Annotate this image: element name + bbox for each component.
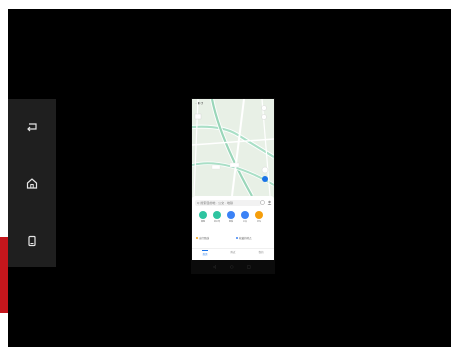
shortcut-label: 收藏的地点 bbox=[239, 237, 252, 240]
home-icon bbox=[26, 178, 38, 189]
tab-mine[interactable]: 我的 bbox=[254, 250, 268, 254]
shortcut-routes[interactable]: 出行路线 bbox=[196, 236, 209, 240]
quick-label: 地铁 bbox=[228, 221, 233, 223]
bus-circle-icon bbox=[241, 211, 249, 219]
phone-back-key[interactable]: ◁ bbox=[213, 264, 216, 269]
back-button[interactable] bbox=[20, 115, 44, 139]
quick-label: 打车 bbox=[256, 221, 261, 223]
route-dot-icon bbox=[196, 237, 198, 239]
map-view[interactable]: ·· ▮ ◔ bbox=[192, 99, 274, 197]
phone-mirror[interactable]: ·· ▮ ◔ Q 搜索目的地 · 公交 · 地铁 回家 去公司 地铁 公交 打车… bbox=[191, 98, 275, 274]
quick-action-home[interactable]: 回家 bbox=[198, 211, 208, 224]
subway-circle-icon bbox=[227, 211, 235, 219]
quick-action-taxi[interactable]: 打车 bbox=[254, 211, 264, 224]
phone-screen: ·· ▮ ◔ Q 搜索目的地 · 公交 · 地铁 回家 去公司 地铁 公交 打车… bbox=[192, 99, 274, 260]
profile-icon[interactable] bbox=[267, 200, 272, 205]
tab-active-indicator bbox=[202, 250, 208, 251]
quick-actions: 回家 去公司 地铁 公交 打车 bbox=[198, 211, 274, 224]
shortcut-label: 出行路线 bbox=[199, 237, 210, 240]
red-edge-strip bbox=[0, 237, 8, 313]
shortcut-favorites[interactable]: 收藏的地点 bbox=[236, 236, 252, 240]
tab-home[interactable]: 首页 bbox=[198, 250, 212, 256]
recent-apps-button[interactable] bbox=[20, 229, 44, 253]
quick-label: 回家 bbox=[200, 221, 205, 223]
tab-nearby[interactable]: 附近 bbox=[226, 250, 240, 254]
search-input[interactable]: Q 搜索目的地 · 公交 · 地铁 bbox=[195, 200, 261, 206]
back-icon bbox=[27, 123, 37, 132]
quick-label: 去公司 bbox=[213, 221, 220, 223]
quick-action-subway[interactable]: 地铁 bbox=[226, 211, 236, 224]
quick-action-company[interactable]: 去公司 bbox=[212, 211, 222, 224]
company-circle-icon bbox=[213, 211, 221, 219]
home-button[interactable] bbox=[20, 171, 44, 195]
taxi-circle-icon bbox=[255, 211, 263, 219]
map-roads bbox=[192, 99, 274, 197]
recent-apps-icon bbox=[28, 235, 36, 247]
bottom-tab-bar: 首页 附近 我的 bbox=[192, 248, 274, 259]
bottom-sheet: Q 搜索目的地 · 公交 · 地铁 回家 去公司 地铁 公交 打车 出行路线 收… bbox=[192, 196, 274, 260]
quick-action-bus[interactable]: 公交 bbox=[240, 211, 250, 224]
tab-label: 首页 bbox=[202, 253, 208, 256]
phone-home-key[interactable]: ○ bbox=[230, 264, 234, 269]
status-bar: ·· ▮ ◔ bbox=[195, 101, 204, 105]
tab-label: 我的 bbox=[258, 251, 264, 254]
voice-icon[interactable] bbox=[260, 200, 265, 205]
shortcut-row: 出行路线 收藏的地点 bbox=[196, 236, 272, 241]
phone-recent-key[interactable]: □ bbox=[247, 264, 251, 269]
tab-label: 附近 bbox=[230, 251, 236, 254]
quick-label: 公交 bbox=[242, 221, 247, 223]
side-navigation-rail bbox=[8, 99, 56, 267]
favorite-dot-icon bbox=[236, 237, 238, 239]
home-circle-icon bbox=[199, 211, 207, 219]
phone-nav-bar: ◁ ○ □ bbox=[191, 260, 275, 274]
